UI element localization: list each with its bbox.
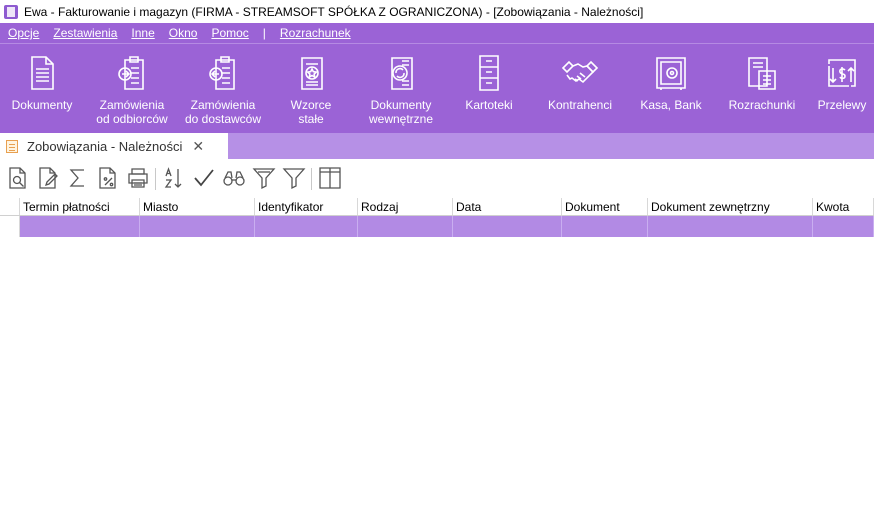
cabinet-icon [468,52,510,94]
row-indicator-header [0,198,20,215]
sum-icon [66,166,90,193]
ribbon-kartoteki-button[interactable]: Kartoteki [446,44,532,133]
percent-doc-icon [96,166,120,193]
column-header[interactable]: Miasto [140,198,255,215]
table-cell[interactable] [813,216,874,237]
ribbon-zamowienia-dostawcow-button[interactable]: Zamówienia do dostawców [180,44,266,133]
menu-okno[interactable]: Okno [169,26,198,40]
table-cell[interactable] [20,216,140,237]
preview-button[interactable] [4,165,31,193]
menu-pomoc[interactable]: Pomoc [211,26,248,40]
document-tab-icon [6,139,18,153]
grid-header: Termin płatności Miasto Identyfikator Ro… [0,198,874,216]
table-cell[interactable] [140,216,255,237]
sum-button[interactable] [64,165,91,193]
table-cell[interactable] [255,216,358,237]
data-grid: Termin płatności Miasto Identyfikator Ro… [0,198,874,237]
document-tabstrip: Zobowiązania - Należności ✕ [0,133,874,159]
title-bar: Ewa - Fakturowanie i magazyn (FIRMA - ST… [0,0,874,23]
close-icon[interactable]: ✕ [192,138,204,155]
print-icon [126,166,150,193]
table-cell[interactable] [453,216,562,237]
binoculars-icon [222,166,246,193]
ribbon-label: Dokumenty [11,98,73,112]
ribbon-przelewy-button[interactable]: Przelewy [810,44,874,133]
check-icon [192,166,216,193]
menu-inne[interactable]: Inne [131,26,154,40]
column-header[interactable]: Identyfikator [255,198,358,215]
app-icon [4,4,18,19]
table-cell[interactable] [648,216,813,237]
print-button[interactable] [124,165,151,193]
window-title: Ewa - Fakturowanie i magazyn (FIRMA - ST… [24,4,644,19]
ribbon-rozrachunki-button[interactable]: Rozrachunki [714,44,810,133]
ribbon-label: Przelewy [817,98,867,112]
menu-separator: | [262,26,266,40]
filter-button[interactable] [280,165,307,193]
filter-icon [282,166,306,193]
check-button[interactable] [190,165,217,193]
toolbar-separator [155,168,156,190]
table-cell[interactable] [562,216,648,237]
ribbon-label: Wzorce stałe [290,98,332,126]
sort-az-icon [162,166,186,193]
toolbar-separator [311,168,312,190]
ribbon-label: Kontrahenci [547,98,613,112]
ribbon-label: Kartoteki [465,98,513,112]
ribbon-kontrahenci-button[interactable]: Kontrahenci [532,44,628,133]
column-header[interactable]: Data [453,198,562,215]
preview-icon [6,166,30,193]
ribbon-dokumenty-button[interactable]: Dokumenty [0,44,84,133]
safe-icon [650,52,692,94]
row-indicator[interactable] [0,216,20,237]
template-icon [290,52,332,94]
handshake-icon [559,52,601,94]
column-header[interactable]: Kwota [813,198,874,215]
ribbon-zamowienia-odbiorcow-button[interactable]: Zamówienia od odbiorców [84,44,180,133]
menu-opcje[interactable]: Opcje [8,26,39,40]
menu-zestawienia[interactable]: Zestawienia [53,26,117,40]
edit-button[interactable] [34,165,61,193]
ribbon-label: Kasa, Bank [640,98,702,112]
ribbon-label: Dokumenty wewnętrzne [368,98,434,126]
order-in-icon [111,52,153,94]
percent-document-button[interactable] [94,165,121,193]
sort-button[interactable] [160,165,187,193]
filter-plus-icon [252,166,276,193]
internal-doc-icon [380,52,422,94]
settlement-icon [741,52,783,94]
ribbon-wzorce-button[interactable]: Wzorce stałe [266,44,356,133]
edit-icon [36,166,60,193]
ribbon-kasa-bank-button[interactable]: Kasa, Bank [628,44,714,133]
column-header[interactable]: Dokument zewnętrzny [648,198,813,215]
menu-bar: Opcje Zestawienia Inne Okno Pomoc | Rozr… [0,23,874,43]
tab-label: Zobowiązania - Należności [27,138,183,154]
table-cell[interactable] [358,216,453,237]
tab-zobowiazania[interactable]: Zobowiązania - Należności ✕ [0,133,228,159]
ribbon-label: Rozrachunki [728,98,796,112]
column-header[interactable]: Dokument [562,198,648,215]
order-out-icon [202,52,244,94]
ribbon-label: Zamówienia do dostawców [184,98,262,126]
document-icon [21,52,63,94]
column-header[interactable]: Rodzaj [358,198,453,215]
transfer-icon [821,52,863,94]
ribbon: Dokumenty Zamówienia od odbiorców Zamówi… [0,43,874,133]
toolbar [0,163,874,195]
search-button[interactable] [220,165,247,193]
ribbon-label: Zamówienia od odbiorców [96,98,168,126]
columns-button[interactable] [316,165,343,193]
filter-plus-button[interactable] [250,165,277,193]
menu-rozrachunek[interactable]: Rozrachunek [280,26,351,40]
ribbon-dokumenty-wewnetrzne-button[interactable]: Dokumenty wewnętrzne [356,44,446,133]
columns-icon [318,166,342,193]
column-header[interactable]: Termin płatności [20,198,140,215]
table-row[interactable] [0,216,874,237]
